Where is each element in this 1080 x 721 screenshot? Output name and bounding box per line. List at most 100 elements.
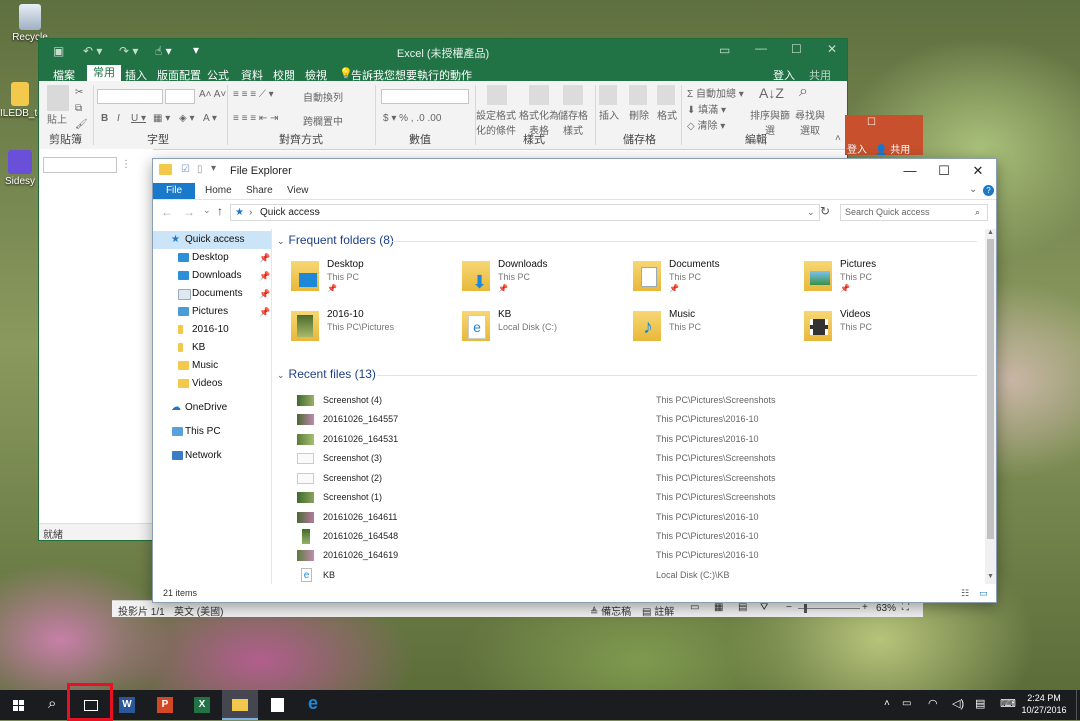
conditional-formatting-icon[interactable] bbox=[487, 85, 507, 105]
nav-item-videos[interactable]: Videos bbox=[153, 375, 271, 393]
recent-file-row[interactable]: 20161026_164548 This PC\Pictures\2016-10 bbox=[297, 527, 957, 546]
recent-file-row[interactable]: Screenshot (3) This PC\Pictures\Screensh… bbox=[297, 449, 957, 468]
reading-view-icon[interactable]: ▤ bbox=[738, 602, 747, 613]
delete-cells-icon[interactable] bbox=[629, 85, 647, 105]
show-hidden-icons[interactable]: ˄ bbox=[884, 698, 890, 709]
nav-item-this-pc[interactable]: This PC bbox=[153, 423, 271, 441]
fill-button[interactable]: ⬇ 填滿 ▾ bbox=[687, 101, 726, 116]
battery-icon[interactable]: ▭ bbox=[902, 698, 911, 709]
nav-item-2016-10[interactable]: 2016-10 bbox=[153, 321, 271, 339]
properties-icon[interactable]: ☑ bbox=[181, 164, 190, 175]
underline-icon[interactable]: U ▾ bbox=[131, 113, 146, 124]
normal-view-icon[interactable]: ▭ bbox=[690, 602, 699, 613]
recent-file-row[interactable]: Screenshot (4) This PC\Pictures\Screensh… bbox=[297, 391, 957, 410]
collapse-ribbon-icon[interactable]: ˄ bbox=[835, 133, 841, 144]
recent-file-row[interactable]: 20161026_164557 This PC\Pictures\2016-10 bbox=[297, 410, 957, 429]
search-input[interactable]: Search Quick access ⌕ bbox=[840, 204, 988, 221]
forward-arrow-icon[interactable]: → bbox=[183, 205, 195, 219]
zoom-slider-handle[interactable] bbox=[804, 604, 807, 613]
fill-color-icon[interactable]: ◈ ▾ bbox=[179, 113, 195, 124]
bold-icon[interactable]: B bbox=[101, 113, 108, 124]
volume-icon[interactable]: ◁) bbox=[952, 697, 964, 710]
slide-sorter-icon[interactable]: ▦ bbox=[714, 602, 723, 613]
nav-item-music[interactable]: Music bbox=[153, 357, 271, 375]
refresh-icon[interactable]: ↻ bbox=[820, 204, 830, 218]
align-top-icon[interactable]: ≡ ≡ ≡ ⟋ ▾ bbox=[233, 89, 274, 100]
clear-button[interactable]: ◇ 清除 ▾ bbox=[687, 117, 725, 132]
back-arrow-icon[interactable]: ← bbox=[161, 205, 173, 219]
zoom-level[interactable]: 63% bbox=[876, 603, 896, 614]
breadcrumb-quick-access[interactable]: Quick access bbox=[260, 205, 319, 220]
close-icon[interactable]: ✕ bbox=[827, 42, 837, 56]
show-desktop-button[interactable] bbox=[1076, 690, 1080, 720]
address-dropdown-icon[interactable]: ⌄ bbox=[807, 205, 815, 220]
number-format-box[interactable] bbox=[381, 89, 469, 104]
maximize-icon[interactable]: ☐ bbox=[867, 117, 876, 128]
clock[interactable]: 2:24 PM 10/27/2016 bbox=[1014, 692, 1074, 716]
taskbar-store[interactable] bbox=[260, 690, 296, 720]
border-icon[interactable]: ▦ ▾ bbox=[153, 113, 170, 124]
minimize-icon[interactable]: — bbox=[893, 159, 927, 183]
nav-item-desktop[interactable]: Desktop 📌 bbox=[153, 249, 271, 267]
recent-file-row[interactable]: 20161026_164619 This PC\Pictures\2016-10 bbox=[297, 546, 957, 565]
recent-locations-icon[interactable]: ⌄ bbox=[203, 205, 211, 216]
autosum-button[interactable]: Σ 自動加總 ▾ bbox=[687, 85, 744, 100]
desktop-icon-app[interactable]: Sidesy bbox=[0, 150, 40, 187]
maximize-icon[interactable]: ☐ bbox=[927, 159, 961, 183]
nav-item-downloads[interactable]: Downloads 📌 bbox=[153, 267, 271, 285]
format-painter-icon[interactable]: 🖌 bbox=[75, 119, 88, 130]
scroll-up-icon[interactable]: ▲ bbox=[987, 229, 994, 236]
merge-center-button[interactable]: 跨欄置中 bbox=[303, 113, 343, 128]
find-select-icon[interactable]: ⌕ bbox=[799, 83, 808, 101]
font-name-box[interactable] bbox=[97, 89, 163, 104]
recent-file-row[interactable]: 20161026_164611 This PC\Pictures\2016-10 bbox=[297, 508, 957, 527]
breadcrumb-chevron-icon[interactable]: › bbox=[317, 205, 320, 220]
language-indicator[interactable]: 英文 (美國) bbox=[174, 603, 223, 618]
format-as-table-icon[interactable] bbox=[529, 85, 549, 105]
tab-file[interactable]: File bbox=[153, 183, 195, 199]
address-bar[interactable]: ★ › Quick access › ⌄ bbox=[230, 204, 820, 221]
tab-view[interactable]: View bbox=[287, 185, 309, 196]
new-folder-icon[interactable]: ▯ bbox=[197, 164, 203, 175]
taskbar-excel[interactable]: X bbox=[185, 690, 221, 720]
folder-tile-pictures[interactable]: Pictures This PC 📌 bbox=[804, 259, 964, 303]
folder-tile-music[interactable]: ♪ Music This PC bbox=[633, 309, 793, 353]
taskbar-word[interactable]: W bbox=[110, 690, 146, 720]
folder-tile-kb[interactable]: e KB Local Disk (C:) bbox=[462, 309, 622, 353]
fit-to-window-icon[interactable]: ⛶ bbox=[902, 602, 909, 613]
folder-tile-downloads[interactable]: ⬇ Downloads This PC 📌 bbox=[462, 259, 622, 303]
slideshow-icon[interactable]: ⛛ bbox=[760, 602, 768, 613]
recent-file-row[interactable]: e KB Local Disk (C:)\KB bbox=[297, 566, 957, 585]
nav-item-quick-access[interactable]: ★ Quick access bbox=[153, 231, 271, 249]
ribbon-display-icon[interactable]: ▭ bbox=[719, 43, 730, 57]
start-button[interactable] bbox=[0, 690, 36, 720]
nav-item-documents[interactable]: Documents 📌 bbox=[153, 285, 271, 303]
maximize-icon[interactable]: ☐ bbox=[791, 42, 802, 56]
minimize-icon[interactable]: — bbox=[755, 41, 767, 55]
folder-tile-2016-10[interactable]: 2016-10 This PC\Pictures bbox=[291, 309, 451, 353]
tab-home[interactable]: 常用 bbox=[87, 65, 121, 81]
align-left-icon[interactable]: ≡ ≡ ≡ ⇤ ⇥ bbox=[233, 113, 278, 124]
number-format-icons[interactable]: $ ▾ % , .0 .00 bbox=[383, 113, 441, 124]
cell-styles-icon[interactable] bbox=[563, 85, 583, 105]
frequent-folders-header[interactable]: ⌄ Frequent folders (8) bbox=[277, 233, 394, 247]
paste-icon[interactable] bbox=[47, 85, 69, 111]
font-size-box[interactable] bbox=[165, 89, 195, 104]
zoom-in-icon[interactable]: + bbox=[862, 602, 868, 613]
desktop-icon-file[interactable]: ILEDB_te bbox=[0, 82, 43, 119]
nav-item-kb[interactable]: KB bbox=[153, 339, 271, 357]
task-view-button[interactable] bbox=[67, 683, 113, 721]
nav-item-network[interactable]: Network bbox=[153, 447, 271, 465]
zoom-slider[interactable] bbox=[798, 608, 860, 609]
insert-cells-icon[interactable] bbox=[599, 85, 617, 105]
ppt-sign-in-link[interactable]: 登入 bbox=[847, 141, 867, 156]
customize-quick-access-icon[interactable]: ▾ bbox=[211, 163, 216, 174]
tab-share[interactable]: Share bbox=[246, 185, 273, 196]
up-arrow-icon[interactable]: ↑ bbox=[217, 204, 223, 218]
recent-file-row[interactable]: Screenshot (1) This PC\Pictures\Screensh… bbox=[297, 488, 957, 507]
format-cells-icon[interactable] bbox=[657, 85, 675, 105]
tab-home[interactable]: Home bbox=[205, 185, 232, 196]
vertical-scrollbar[interactable]: ▲ ▼ bbox=[985, 229, 996, 584]
scrollbar-thumb[interactable] bbox=[987, 239, 994, 539]
sort-filter-icon[interactable]: A↓Z bbox=[759, 85, 784, 101]
